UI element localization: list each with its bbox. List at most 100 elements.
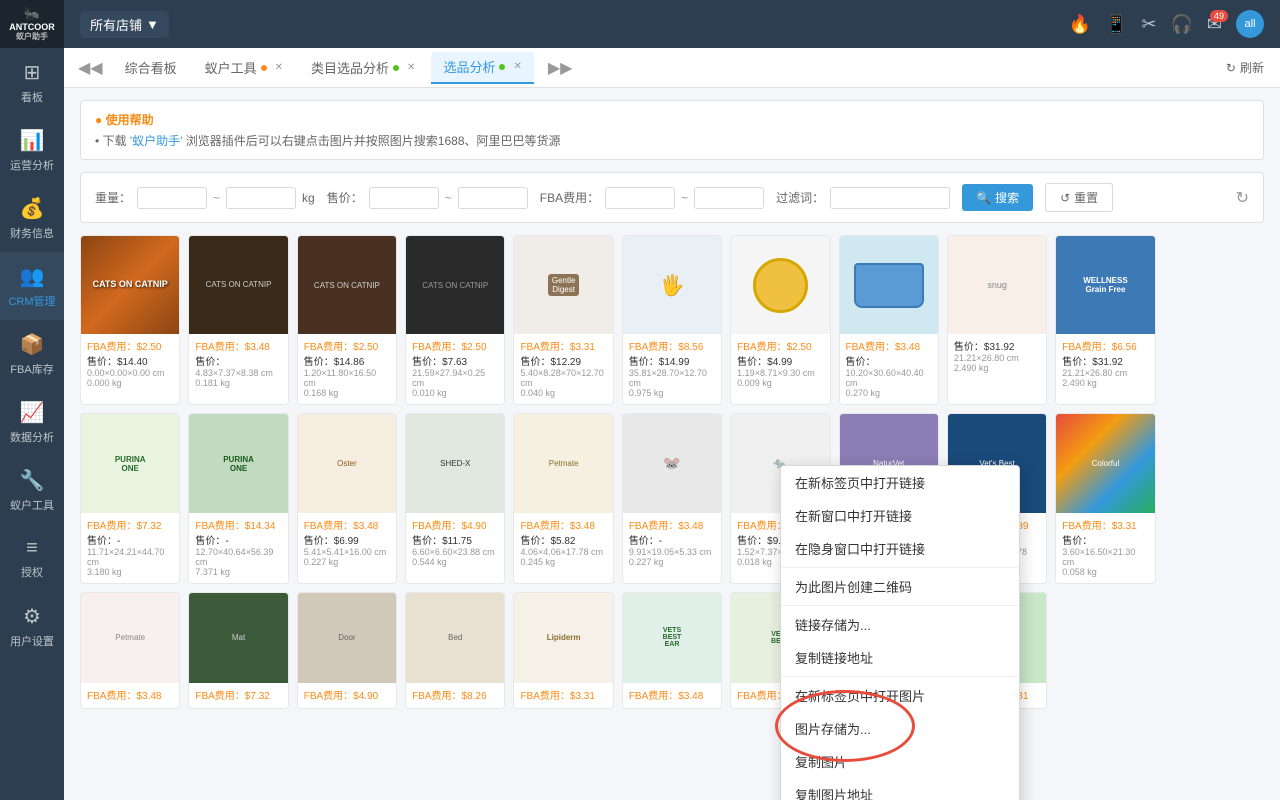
product-card-r3-2[interactable]: Mat FBA费用：$7.32	[188, 592, 288, 709]
product-card-r2-3[interactable]: Oster FBA费用：$3.48 售价：$6.99 5.41×5.41×16.…	[297, 413, 397, 583]
product-info-8: FBA费用：$3.48 售价： 10.20×30.60×40.40 cm 0.2…	[840, 334, 938, 404]
tab-close-selection[interactable]: ✕	[513, 61, 521, 72]
tab-category[interactable]: 类目选品分析 ✕	[299, 52, 427, 84]
product-card-5[interactable]: GentleDigest FBA费用：$3.31 售价：$12.29 5.40×…	[513, 235, 613, 405]
tab-close-category[interactable]: ✕	[407, 62, 415, 73]
context-copy-link[interactable]: 复制链接地址	[781, 641, 1019, 674]
sidebar-item-fba[interactable]: 📦 FBA库存	[0, 320, 64, 388]
sidebar-item-operations[interactable]: 📊 运营分析	[0, 116, 64, 184]
context-save-link[interactable]: 链接存储为...	[781, 608, 1019, 641]
tab-nav-right[interactable]: ▶▶	[542, 58, 579, 78]
price-min-input[interactable]	[369, 187, 439, 209]
product-fba-7: FBA费用：$2.50	[737, 338, 823, 353]
product-weight-r2-10: 0.058 kg	[1062, 567, 1148, 577]
context-open-img-tab[interactable]: 在新标签页中打开图片	[781, 679, 1019, 712]
product-card-10[interactable]: WELLNESSGrain Free FBA费用：$6.56 售价：$31.92…	[1055, 235, 1155, 405]
context-open-new-tab[interactable]: 在新标签页中打开链接	[781, 466, 1019, 499]
product-weight-4: 0.010 kg	[412, 388, 498, 398]
product-card-r3-3[interactable]: Door FBA费用：$4.90	[297, 592, 397, 709]
price-max-input[interactable]	[458, 187, 528, 209]
context-save-img[interactable]: 图片存储为...	[781, 712, 1019, 745]
headphone-icon[interactable]: 🎧	[1170, 14, 1192, 35]
mail-icon[interactable]: ✉ 49	[1207, 14, 1222, 35]
reset-button[interactable]: ↺ 重置	[1045, 183, 1113, 212]
sidebar-item-auth[interactable]: ≡ 授权	[0, 524, 64, 592]
keyword-input[interactable]	[830, 187, 950, 209]
tab-anttools[interactable]: 蚁户工具 ✕	[193, 52, 295, 84]
product-grid-row1: CATS ON CATNIP FBA费用：$2.50 售价：$14.40 0.0…	[80, 235, 1264, 405]
help-text: • 下载 '蚁户助手' 浏览器插件后可以右键点击图片并按照图片搜索1688、阿里…	[95, 132, 1249, 149]
product-fba-1: FBA费用：$2.50	[87, 338, 173, 353]
search-button[interactable]: 🔍 搜索	[962, 184, 1033, 211]
tab-dashboard[interactable]: 综合看板	[113, 52, 189, 84]
product-card-r2-6[interactable]: 🐭 FBA费用：$3.48 售价：- 9.91×19.05×5.33 cm 0.…	[622, 413, 722, 583]
product-card-8[interactable]: FBA费用：$3.48 售价： 10.20×30.60×40.40 cm 0.2…	[839, 235, 939, 405]
product-card-r3-1[interactable]: Petmate FBA费用：$3.48	[80, 592, 180, 709]
product-card-r3-5[interactable]: Lipiderm FBA费用：$3.31	[513, 592, 613, 709]
product-card-r2-1[interactable]: PURINAONE FBA费用：$7.32 售价：- 11.71×24.21×4…	[80, 413, 180, 583]
store-selector[interactable]: 所有店铺 ▼	[80, 11, 169, 38]
fba-label: FBA费用：	[540, 189, 599, 206]
fba-min-input[interactable]	[605, 187, 675, 209]
context-copy-img-addr[interactable]: 复制图片地址	[781, 778, 1019, 800]
product-img-r2-1: PURINAONE	[81, 414, 179, 512]
fba-max-input[interactable]	[694, 187, 764, 209]
product-weight-7: 0.009 kg	[737, 378, 823, 388]
main-content: ● 使用帮助 • 下载 '蚁户助手' 浏览器插件后可以右键点击图片并按照图片搜索…	[64, 88, 1280, 800]
tab-dot-selection	[499, 64, 505, 70]
product-card-6[interactable]: 🖐 FBA费用：$8.56 售价：$14.99 35.81×28.70×12.7…	[622, 235, 722, 405]
product-dims-r2-4: 6.60×6.60×23.88 cm	[412, 547, 498, 557]
product-card-3[interactable]: CATS ON CATNIP FBA费用：$2.50 售价：$14.86 1.2…	[297, 235, 397, 405]
context-qrcode[interactable]: 为此图片创建二维码	[781, 570, 1019, 603]
keyword-filter: 过滤词：	[776, 187, 950, 209]
product-card-7[interactable]: FBA费用：$2.50 售价：$4.99 1.19×8.71×9.30 cm 0…	[730, 235, 830, 405]
tab-selection[interactable]: 选品分析 ✕	[431, 52, 533, 84]
weight-max-input[interactable]	[226, 187, 296, 209]
tab-close-anttools[interactable]: ✕	[275, 62, 283, 73]
mobile-icon[interactable]: 📱	[1105, 14, 1127, 35]
product-card-4[interactable]: CATS ON CATNIP FBA费用：$2.50 售价：$7.63 21.5…	[405, 235, 505, 405]
product-card-r2-5[interactable]: Petmate FBA费用：$3.48 售价：$5.82 4.06×4.06×1…	[513, 413, 613, 583]
product-img-r3-2: Mat	[189, 593, 287, 683]
product-card-r3-4[interactable]: Bed FBA费用：$8.26	[405, 592, 505, 709]
product-card-9[interactable]: snug 售价：$31.92 21.21×26.80 cm 2.490 kg	[947, 235, 1047, 405]
topbar-left: 所有店铺 ▼	[80, 11, 169, 38]
weight-min-input[interactable]	[137, 187, 207, 209]
tab-nav-left[interactable]: ◀◀	[72, 58, 109, 78]
product-info-r2-4: FBA费用：$4.90 售价：$11.75 6.60×6.60×23.88 cm…	[406, 513, 504, 573]
product-info-r3-1: FBA费用：$3.48	[81, 683, 179, 708]
product-card-r3-6[interactable]: VETSBESTEAR FBA费用：$3.48	[622, 592, 722, 709]
context-open-new-window[interactable]: 在新窗口中打开链接	[781, 499, 1019, 532]
refresh-button[interactable]: ↻ 刷新	[1218, 55, 1272, 80]
product-img-r3-5: Lipiderm	[514, 593, 612, 683]
scissors-icon[interactable]: ✂	[1141, 14, 1156, 35]
fba-filter: FBA费用： ~	[540, 187, 764, 209]
user-avatar[interactable]: all	[1236, 10, 1264, 38]
context-copy-img[interactable]: 复制图片	[781, 745, 1019, 778]
app-logo[interactable]: 🐜 ANTCOOR 蚁户助手	[0, 0, 64, 48]
plugin-link[interactable]: '蚁户助手'	[130, 134, 183, 148]
sidebar-item-crm[interactable]: 👥 CRM管理	[0, 252, 64, 320]
product-img-r3-3: Door	[298, 593, 396, 683]
flame-icon[interactable]: 🔥	[1069, 14, 1091, 35]
sidebar-item-data[interactable]: 📈 数据分析	[0, 388, 64, 456]
product-dims-r2-6: 9.91×19.05×5.33 cm	[629, 547, 715, 557]
product-card-r2-10[interactable]: Colorful FBA费用：$3.31 售价： 3.60×16.50×21.3…	[1055, 413, 1155, 583]
product-card-r2-4[interactable]: SHED-X FBA费用：$4.90 售价：$11.75 6.60×6.60×2…	[405, 413, 505, 583]
sidebar-item-settings[interactable]: ⚙ 用户设置	[0, 592, 64, 660]
product-info-r3-2: FBA费用：$7.32	[189, 683, 287, 708]
product-card-r2-2[interactable]: PURINAONE FBA费用：$14.34 售价：- 12.70×40.64×…	[188, 413, 288, 583]
filter-refresh-icon[interactable]: ↻	[1236, 188, 1249, 208]
price-filter: 售价： ~	[327, 187, 528, 209]
product-price-3: 售价：$14.86	[304, 353, 390, 368]
product-weight-10: 2.490 kg	[1062, 378, 1148, 388]
product-dims-6: 35.81×28.70×12.70 cm	[629, 368, 715, 388]
sidebar-item-dashboard[interactable]: ⊞ 看板	[0, 48, 64, 116]
product-weight-2: 0.181 kg	[195, 378, 281, 388]
product-card-1[interactable]: CATS ON CATNIP FBA费用：$2.50 售价：$14.40 0.0…	[80, 235, 180, 405]
sidebar-item-anttools[interactable]: 🔧 蚁户工具	[0, 456, 64, 524]
product-weight-5: 0.040 kg	[520, 388, 606, 398]
context-open-incognito[interactable]: 在隐身窗口中打开链接	[781, 532, 1019, 565]
sidebar-item-finance[interactable]: 💰 财务信息	[0, 184, 64, 252]
product-card-2[interactable]: CATS ON CATNIP FBA费用：$3.48 售价： 4.83×7.37…	[188, 235, 288, 405]
